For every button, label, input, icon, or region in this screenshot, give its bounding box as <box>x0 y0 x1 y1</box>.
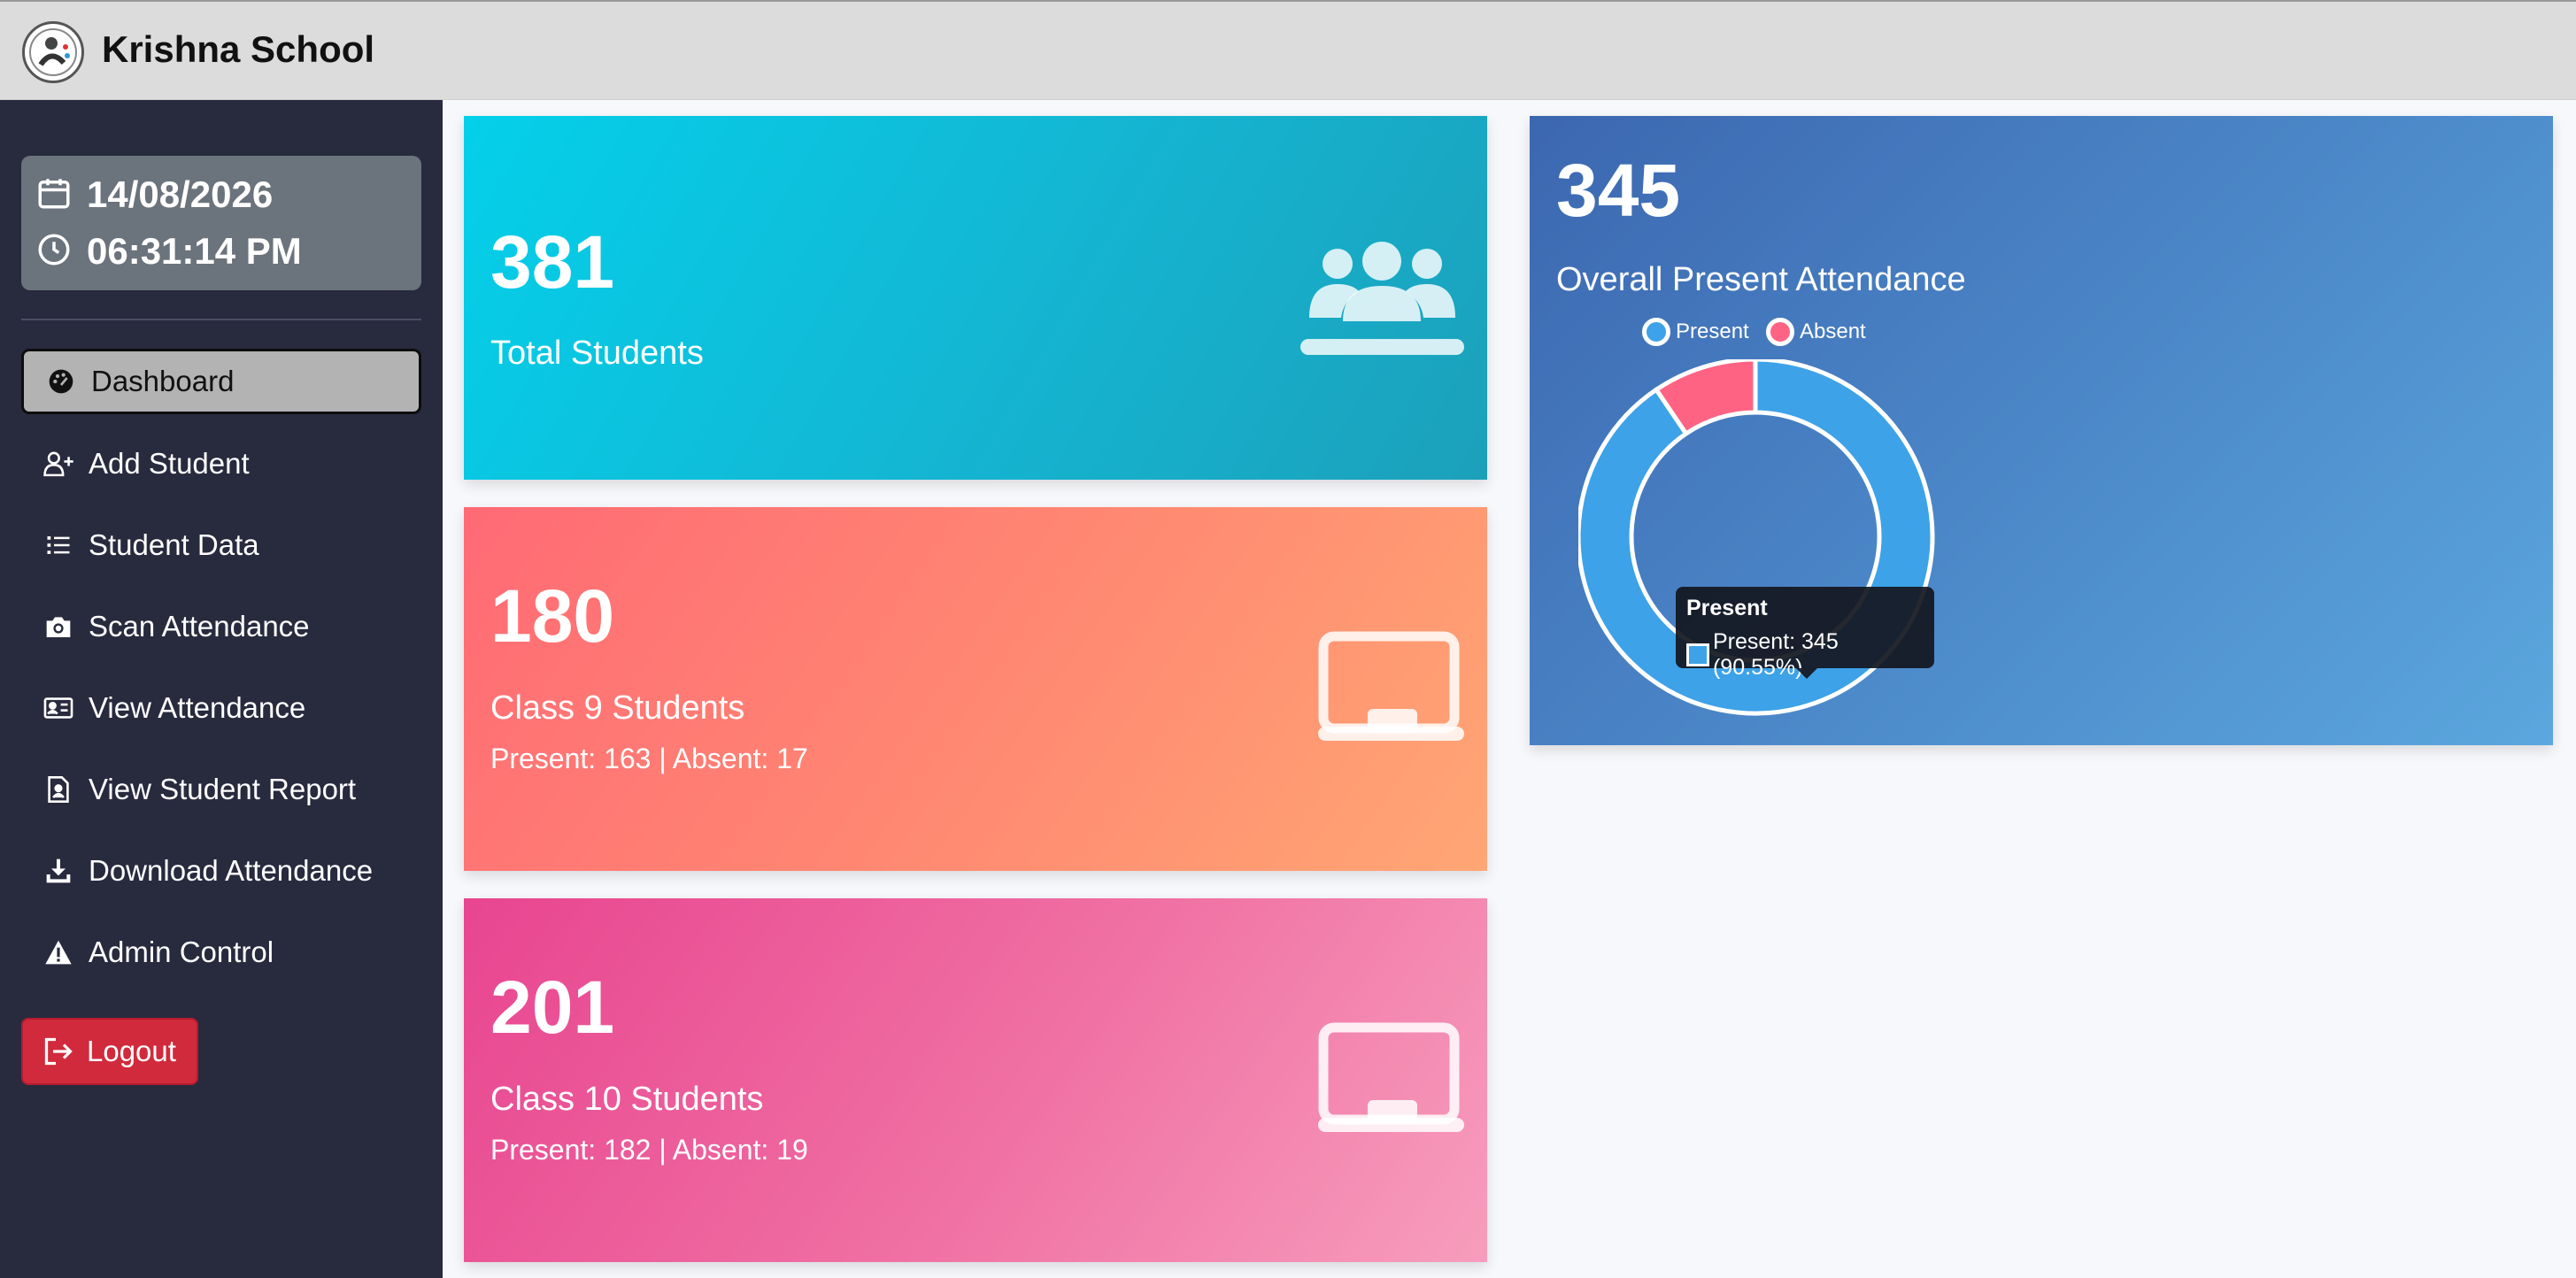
datetime-panel: 14/08/2026 06:31:14 PM <box>21 156 421 290</box>
sidebar-item-label: Admin Control <box>89 935 274 968</box>
add-user-icon <box>42 448 74 480</box>
legend-swatch-present <box>1642 318 1670 346</box>
sidebar-item-add-student[interactable]: Add Student <box>21 431 421 497</box>
total-students-label: Total Students <box>490 335 704 372</box>
list-icon <box>42 529 74 561</box>
id-card-icon <box>42 692 74 724</box>
class10-attendance-summary: Present: 182 | Absent: 19 <box>490 1134 808 1166</box>
sidebar-item-scan-attendance[interactable]: Scan Attendance <box>21 594 421 659</box>
overall-attendance-label: Overall Present Attendance <box>1556 261 1966 298</box>
sidebar-item-dashboard[interactable]: Dashboard <box>21 349 421 414</box>
sidebar-item-download-attendance[interactable]: Download Attendance <box>21 838 421 904</box>
camera-icon <box>42 611 74 643</box>
sidebar-item-label: View Student Report <box>89 773 357 805</box>
dashboard-icon <box>45 366 77 397</box>
sidebar-item-view-attendance[interactable]: View Attendance <box>21 675 421 741</box>
sidebar-item-label: Student Data <box>89 528 259 561</box>
legend-label-absent: Absent <box>1800 320 1866 343</box>
class9-attendance-summary: Present: 163 | Absent: 17 <box>490 743 808 774</box>
calendar-icon <box>35 174 73 216</box>
sidebar-item-label: View Attendance <box>89 691 306 724</box>
tooltip-swatch <box>1686 643 1709 666</box>
school-logo <box>22 21 84 83</box>
logout-label: Logout <box>87 1035 176 1067</box>
legend-present[interactable]: Present <box>1642 318 1749 346</box>
chart-tooltip: Present Present: 345 (90.55%) <box>1676 587 1934 680</box>
total-students-card: 381 Total Students <box>464 116 1487 480</box>
logout-icon <box>42 1036 74 1066</box>
brand-title[interactable]: Krishna School <box>102 28 374 71</box>
class10-students-count: 201 <box>490 966 615 1049</box>
clock-icon <box>35 231 73 273</box>
chalkboard-icon <box>1318 1022 1464 1142</box>
sidebar-item-admin-control[interactable]: Admin Control <box>21 920 421 985</box>
sidebar-item-label: Dashboard <box>91 365 235 397</box>
tooltip-caret <box>1796 668 1817 679</box>
class9-students-card: 180 Class 9 Students Present: 163 | Abse… <box>464 507 1487 871</box>
sidebar-item-label: Add Student <box>89 447 250 480</box>
users-group-icon <box>1300 240 1464 364</box>
total-students-count: 381 <box>490 220 615 304</box>
sidebar-item-label: Scan Attendance <box>89 610 310 643</box>
sidebar-item-label: Download Attendance <box>89 854 374 887</box>
top-navbar: Krishna School <box>0 0 2576 100</box>
report-icon <box>42 774 74 805</box>
tooltip-title: Present <box>1686 596 1768 620</box>
warning-icon <box>42 936 74 968</box>
logout-button[interactable]: Logout <box>21 1018 198 1085</box>
current-time: 06:31:14 PM <box>87 230 302 272</box>
time-row: 06:31:14 PM <box>35 230 302 273</box>
class9-students-count: 180 <box>490 574 615 658</box>
download-icon <box>42 855 74 887</box>
sidebar-item-view-student-report[interactable]: View Student Report <box>21 757 421 822</box>
sidebar: 14/08/2026 06:31:14 PM Dashboard Add Stu… <box>0 100 443 1278</box>
class10-students-card: 201 Class 10 Students Present: 182 | Abs… <box>464 898 1487 1262</box>
chalkboard-icon <box>1318 631 1464 751</box>
overall-present-count: 345 <box>1556 149 1681 232</box>
sidebar-divider <box>21 319 421 320</box>
tooltip-text: Present: 345 (90.55%) <box>1712 629 1839 680</box>
legend-absent[interactable]: Absent <box>1766 318 1866 346</box>
sidebar-item-student-data[interactable]: Student Data <box>21 512 421 578</box>
date-row: 14/08/2026 <box>35 173 273 216</box>
class10-students-label: Class 10 Students <box>490 1081 764 1118</box>
current-date: 14/08/2026 <box>87 173 274 215</box>
class9-students-label: Class 9 Students <box>490 689 745 727</box>
legend-swatch-absent <box>1766 318 1794 346</box>
legend-label-present: Present <box>1676 320 1749 343</box>
